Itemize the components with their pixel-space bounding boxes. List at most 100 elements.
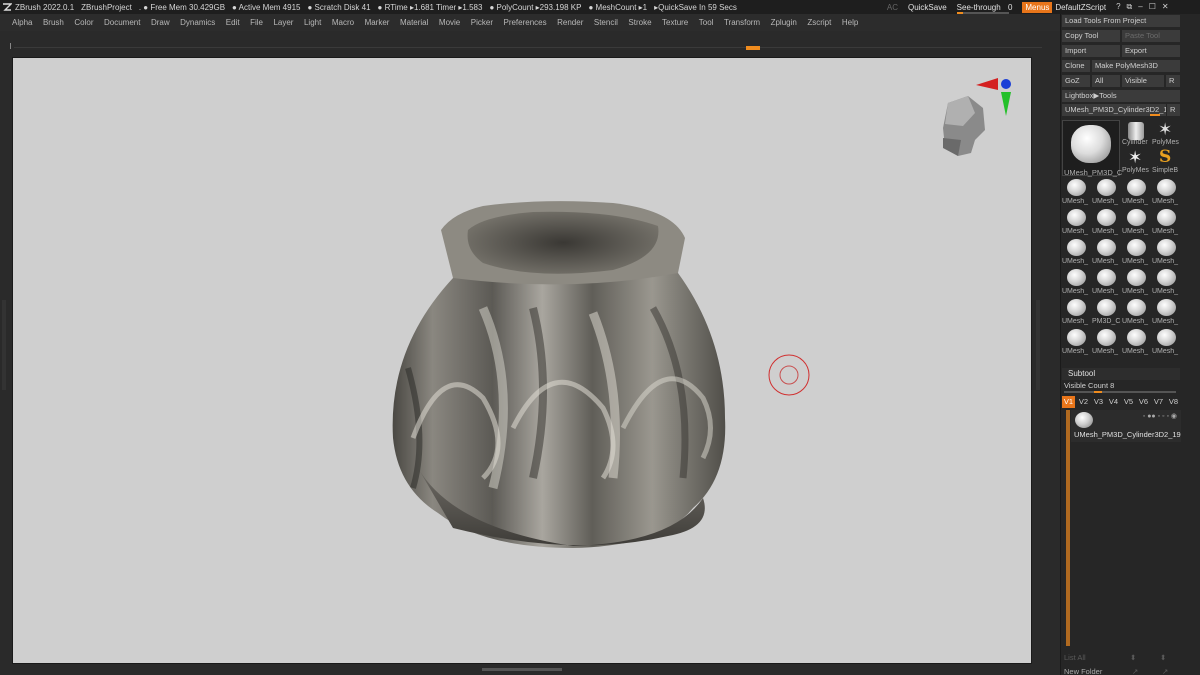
menu-picker[interactable]: Picker — [471, 18, 493, 27]
visible-count-slider[interactable] — [1064, 391, 1176, 393]
clone-button[interactable]: Clone — [1062, 60, 1090, 72]
menu-help[interactable]: Help — [842, 18, 858, 27]
menu-transform[interactable]: Transform — [724, 18, 760, 27]
tool-thumb[interactable]: UMesh_ — [1062, 267, 1091, 297]
tab-v5[interactable]: V5 — [1122, 396, 1135, 408]
bottom-tray-handle[interactable] — [482, 668, 562, 671]
tool-thumb[interactable]: UMesh_ — [1062, 297, 1091, 327]
tool-thumb[interactable]: UMesh_ — [1122, 297, 1151, 327]
tool-thumb[interactable]: PM3D_C — [1092, 297, 1121, 327]
make-polymesh-button[interactable]: Make PolyMesh3D — [1092, 60, 1180, 72]
tool-thumb[interactable]: UMesh_ — [1122, 327, 1151, 357]
tool-thumb[interactable]: UMesh_ — [1152, 327, 1181, 357]
menu-macro[interactable]: Macro — [332, 18, 354, 27]
tool-thumb[interactable]: UMesh_ — [1062, 207, 1091, 237]
menu-document[interactable]: Document — [104, 18, 140, 27]
menu-zscript[interactable]: Zscript — [807, 18, 831, 27]
tab-v6[interactable]: V6 — [1137, 396, 1150, 408]
current-tool-thumbnail[interactable]: UMesh_PM3D_C — [1062, 120, 1122, 177]
tool-thumb[interactable]: UMesh_ — [1092, 327, 1121, 357]
tool-thumb[interactable]: UMesh_ — [1122, 237, 1151, 267]
tool-thumb[interactable]: UMesh_ — [1152, 267, 1181, 297]
menu-brush[interactable]: Brush — [43, 18, 64, 27]
paste-tool-button[interactable]: Paste Tool — [1122, 30, 1180, 42]
tool-thumb[interactable]: UMesh_ — [1062, 327, 1091, 357]
menu-preferences[interactable]: Preferences — [503, 18, 546, 27]
goz-visible-button[interactable]: Visible — [1122, 75, 1164, 87]
simplebrush-tool-thumb[interactable]: S SimpleB — [1152, 147, 1181, 176]
polymesh-tool-thumb-2[interactable]: ✶ PolyMes — [1122, 148, 1151, 176]
tab-v3[interactable]: V3 — [1092, 396, 1105, 408]
menu-render[interactable]: Render — [557, 18, 583, 27]
tool-thumb[interactable]: UMesh_ — [1122, 177, 1151, 207]
tool-thumb[interactable]: UMesh_ — [1152, 207, 1181, 237]
ac-button[interactable]: AC — [887, 3, 898, 12]
tool-thumb[interactable]: UMesh_ — [1092, 237, 1121, 267]
tab-v2[interactable]: V2 — [1077, 396, 1090, 408]
right-tray-handle[interactable] — [1036, 300, 1040, 390]
document-canvas[interactable] — [12, 57, 1032, 664]
tool-thumb[interactable]: UMesh_ — [1092, 267, 1121, 297]
menu-color[interactable]: Color — [74, 18, 93, 27]
menu-material[interactable]: Material — [400, 18, 428, 27]
copy-tool-button[interactable]: Copy Tool — [1062, 30, 1120, 42]
menu-stroke[interactable]: Stroke — [628, 18, 651, 27]
menu-file[interactable]: File — [250, 18, 263, 27]
tool-thumb[interactable]: UMesh_ — [1062, 237, 1091, 267]
lightbox-tools-button[interactable]: Lightbox▶Tools — [1062, 90, 1180, 102]
menu-draw[interactable]: Draw — [151, 18, 170, 27]
load-tools-button[interactable]: Load Tools From Project — [1062, 15, 1180, 27]
menu-edit[interactable]: Edit — [226, 18, 240, 27]
tab-v4[interactable]: V4 — [1107, 396, 1120, 408]
subtool-list-scrollbar[interactable] — [1066, 410, 1070, 646]
arrow-down-icon[interactable]: ⬍ — [1160, 653, 1166, 662]
tool-thumb[interactable]: UMesh_ — [1152, 237, 1181, 267]
subtool-list-item[interactable]: ◦ ●● ◦ ◦ ◦ ◉ UMesh_PM3D_Cylinder3D2_19 — [1071, 410, 1181, 442]
tool-thumb[interactable]: UMesh_ — [1152, 297, 1181, 327]
export-button[interactable]: Export — [1122, 45, 1180, 57]
menu-movie[interactable]: Movie — [439, 18, 460, 27]
tool-thumb[interactable]: UMesh_ — [1092, 177, 1121, 207]
import-button[interactable]: Import — [1062, 45, 1120, 57]
menu-tool[interactable]: Tool — [699, 18, 714, 27]
tool-thumb[interactable]: UMesh_ — [1062, 177, 1091, 207]
quicksave-button[interactable]: QuickSave — [908, 3, 947, 12]
help-icon[interactable]: ? — [1116, 2, 1120, 12]
subtool-visibility-icons[interactable]: ◦ ●● ◦ ◦ ◦ ◉ — [1143, 412, 1177, 420]
current-tool-slider-handle[interactable] — [1150, 114, 1160, 116]
folder-arrow-icon-2[interactable]: ↗ — [1162, 667, 1168, 675]
layout-icon[interactable]: ⧉ — [1127, 2, 1133, 12]
menu-marker[interactable]: Marker — [365, 18, 390, 27]
subtool-header[interactable]: Subtool — [1062, 368, 1180, 380]
current-tool-r-button[interactable]: R — [1167, 104, 1180, 116]
tool-thumb[interactable]: UMesh_ — [1122, 267, 1151, 297]
new-folder-button[interactable]: New Folder — [1064, 667, 1102, 675]
tab-v1[interactable]: V1 — [1062, 396, 1075, 408]
menu-texture[interactable]: Texture — [662, 18, 688, 27]
tool-thumb[interactable]: UMesh_ — [1092, 207, 1121, 237]
tab-v7[interactable]: V7 — [1152, 396, 1165, 408]
menu-dynamics[interactable]: Dynamics — [180, 18, 215, 27]
menu-layer[interactable]: Layer — [273, 18, 293, 27]
navigation-head-gizmo-icon[interactable] — [943, 78, 1011, 156]
menu-zplugin[interactable]: Zplugin — [771, 18, 797, 27]
shelf-slider-track[interactable] — [14, 47, 1042, 48]
close-icon[interactable]: ✕ — [1162, 2, 1169, 12]
goz-r-button[interactable]: R — [1166, 75, 1180, 87]
default-zscript-button[interactable]: DefaultZScript — [1055, 3, 1106, 12]
cylinder-tool-thumb[interactable]: Cylinder — [1122, 120, 1151, 148]
arrow-up-icon[interactable]: ⬍ — [1130, 653, 1136, 662]
tool-thumb[interactable]: UMesh_ — [1152, 177, 1181, 207]
tool-thumb[interactable]: UMesh_ — [1122, 207, 1151, 237]
minimize-icon[interactable]: – — [1138, 2, 1142, 12]
left-tray-handle[interactable] — [2, 300, 6, 390]
shelf-slider-handle[interactable] — [746, 46, 760, 50]
see-through-slider[interactable]: See-through 0 — [956, 3, 1012, 14]
list-all-button[interactable]: List All — [1064, 653, 1086, 662]
maximize-icon[interactable]: ☐ — [1149, 2, 1156, 12]
goz-button[interactable]: GoZ — [1062, 75, 1090, 87]
menus-toggle-button[interactable]: Menus — [1022, 1, 1053, 13]
menu-stencil[interactable]: Stencil — [594, 18, 618, 27]
tab-v8[interactable]: V8 — [1167, 396, 1180, 408]
polymesh-tool-thumb[interactable]: ✶ PolyMes — [1152, 120, 1181, 148]
